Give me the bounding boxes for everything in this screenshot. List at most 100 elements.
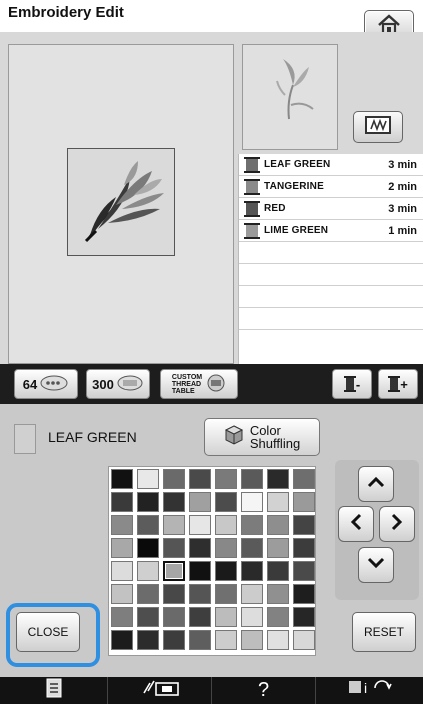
palette-swatch[interactable] (163, 630, 185, 650)
palette-swatch[interactable] (267, 607, 289, 627)
palette-swatch[interactable] (189, 469, 211, 489)
palette-swatch[interactable] (267, 538, 289, 558)
palette-swatch[interactable] (189, 561, 211, 581)
spool-icon (244, 178, 260, 195)
palette-swatch[interactable] (215, 492, 237, 512)
palette-swatch[interactable] (163, 515, 185, 535)
arrow-left-button[interactable] (338, 506, 374, 542)
palette-swatch[interactable] (137, 492, 159, 512)
thread-row-empty (239, 264, 423, 286)
palette-swatch[interactable] (215, 469, 237, 489)
settings-button[interactable]: i (316, 677, 423, 704)
palette-swatch[interactable] (293, 607, 315, 627)
palette-swatch[interactable] (267, 584, 289, 604)
palette-swatch[interactable] (267, 469, 289, 489)
palette-swatch[interactable] (111, 515, 133, 535)
thread-palette-icon (116, 374, 144, 395)
palette-swatch[interactable] (137, 607, 159, 627)
palette-swatch[interactable] (215, 561, 237, 581)
palette-swatch[interactable] (137, 515, 159, 535)
palette-swatch[interactable] (241, 607, 263, 627)
help-icon: ? (257, 679, 270, 701)
palette-swatch[interactable] (189, 492, 211, 512)
palette-swatch[interactable] (111, 469, 133, 489)
manual-button[interactable] (0, 677, 108, 704)
next-thread-button[interactable]: + (378, 369, 418, 399)
palette-swatch[interactable] (215, 538, 237, 558)
help-button[interactable]: ? (212, 677, 316, 704)
palette-swatch[interactable] (189, 538, 211, 558)
palette-swatch[interactable] (111, 607, 133, 627)
palette-64-button[interactable]: 64 (14, 369, 78, 399)
palette-swatch[interactable] (293, 561, 315, 581)
palette-swatch[interactable] (111, 492, 133, 512)
arrow-right-button[interactable] (379, 506, 415, 542)
palette-300-button[interactable]: 300 (86, 369, 150, 399)
custom-thread-table-button[interactable]: CUSTOM THREAD TABLE (160, 369, 238, 399)
palette-swatch[interactable] (293, 469, 315, 489)
reset-button[interactable]: RESET (352, 612, 416, 652)
palette-swatch[interactable] (111, 538, 133, 558)
palette-swatch[interactable] (267, 492, 289, 512)
palette-swatch[interactable] (215, 515, 237, 535)
palette-swatch[interactable] (137, 538, 159, 558)
palette-swatch[interactable] (241, 492, 263, 512)
palette-swatch[interactable] (241, 538, 263, 558)
palette-swatch[interactable] (163, 584, 185, 604)
color-shuffling-button[interactable]: Color Shuffling (204, 418, 320, 456)
thread-row[interactable]: LIME GREEN 1 min (239, 220, 423, 242)
palette-swatch[interactable] (163, 538, 185, 558)
thread-palette-icon (39, 374, 69, 395)
palette-swatch[interactable] (137, 630, 159, 650)
design-preview (242, 44, 338, 150)
palette-swatch[interactable] (293, 538, 315, 558)
palette-swatch[interactable] (189, 630, 211, 650)
settings-info-icon: i (347, 678, 393, 703)
palette-swatch[interactable] (215, 607, 237, 627)
palette-swatch[interactable] (189, 607, 211, 627)
thread-row[interactable]: TANGERINE 2 min (239, 176, 423, 198)
palette-swatch[interactable] (241, 584, 263, 604)
chevron-right-icon (391, 513, 403, 536)
palette-swatch[interactable] (137, 561, 159, 581)
palette-swatch[interactable] (163, 492, 185, 512)
palette-swatch[interactable] (267, 515, 289, 535)
palette-swatch[interactable] (241, 469, 263, 489)
design-frame[interactable] (67, 148, 175, 256)
arrow-down-button[interactable] (358, 547, 394, 583)
palette-swatch[interactable] (189, 515, 211, 535)
thread-row-empty (239, 286, 423, 308)
palette-swatch[interactable] (293, 515, 315, 535)
palette-swatch[interactable] (267, 630, 289, 650)
palette-swatch[interactable] (241, 561, 263, 581)
spool-icon (244, 222, 260, 239)
palette-swatch[interactable] (215, 584, 237, 604)
svg-text:i: i (364, 680, 367, 696)
palette-swatch[interactable] (137, 469, 159, 489)
palette-swatch[interactable] (241, 630, 263, 650)
palette-swatch[interactable] (189, 584, 211, 604)
palette-swatch[interactable] (137, 584, 159, 604)
chevron-down-icon (367, 556, 385, 574)
sewing-machine-button[interactable] (108, 677, 212, 704)
palette-swatch[interactable] (111, 584, 133, 604)
palette-swatch[interactable] (241, 515, 263, 535)
palette-swatch[interactable] (293, 584, 315, 604)
cube-icon (224, 424, 244, 450)
palette-swatch[interactable] (111, 561, 133, 581)
palette-swatch[interactable] (267, 561, 289, 581)
thread-row[interactable]: LEAF GREEN 3 min (239, 154, 423, 176)
thread-display-toggle-button[interactable] (353, 111, 403, 143)
palette-swatch[interactable] (215, 630, 237, 650)
previous-thread-button[interactable]: - (332, 369, 372, 399)
palette-swatch[interactable] (293, 630, 315, 650)
close-button[interactable]: CLOSE (16, 612, 80, 652)
palette-swatch[interactable] (293, 492, 315, 512)
thread-row[interactable]: RED 3 min (239, 198, 423, 220)
palette-swatch-selected[interactable] (163, 561, 185, 581)
embroidery-canvas[interactable] (8, 44, 234, 364)
palette-swatch[interactable] (111, 630, 133, 650)
arrow-up-button[interactable] (358, 466, 394, 502)
palette-swatch[interactable] (163, 607, 185, 627)
palette-swatch[interactable] (163, 469, 185, 489)
